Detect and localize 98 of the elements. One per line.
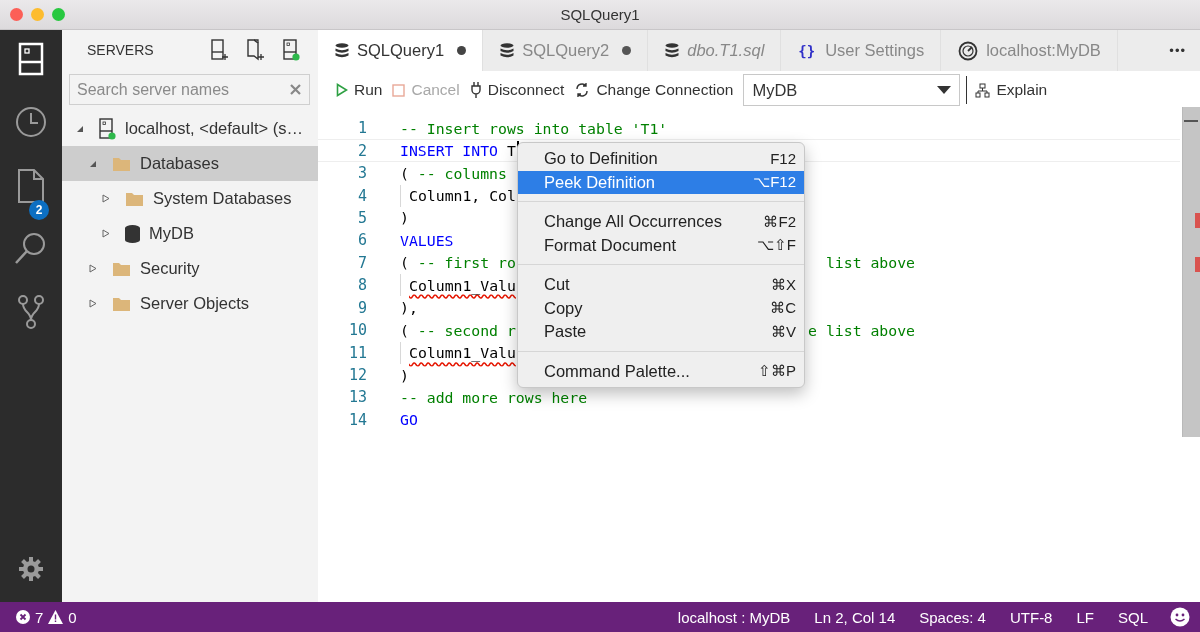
status-item[interactable]: Ln 2, Col 14 (814, 608, 896, 626)
change-button[interactable]: Change Connection (574, 81, 734, 99)
code-line: ( -- columns (400, 164, 507, 182)
code-line: e list above (808, 321, 915, 339)
code-line: ), (400, 299, 418, 317)
code-line: Column1_Valu (409, 344, 516, 362)
window-title: SQLQuery1 (560, 6, 640, 23)
folder-icon (112, 295, 131, 312)
line-number: 4 (356, 186, 367, 205)
clock-icon[interactable] (14, 105, 48, 139)
code-line: VALUES (400, 231, 454, 249)
database-icon (335, 43, 349, 58)
code-line: ( -- second r (400, 321, 516, 339)
folder-icon (112, 260, 131, 277)
menu-item[interactable]: Cut ⌘X (518, 273, 804, 297)
explain-button[interactable]: Explain (975, 81, 1048, 99)
line-number: 1 (356, 119, 367, 138)
code-line: Column1_Valu (409, 276, 516, 294)
code-line: ) (400, 366, 409, 384)
line-number: 11 (347, 343, 367, 362)
server-icon (99, 117, 116, 140)
new-group-icon[interactable] (247, 39, 265, 61)
disconnect-button[interactable]: Disconnect (469, 81, 565, 99)
status-item[interactable]: UTF-8 (1009, 608, 1053, 626)
status-item[interactable]: SQL (1118, 608, 1148, 626)
swap-icon (574, 82, 591, 98)
run-button[interactable]: Run (336, 81, 383, 99)
file-icon[interactable] (17, 168, 45, 204)
line-number: 2 (356, 141, 367, 160)
status-item[interactable]: localhost : MyDB (677, 608, 791, 626)
menu-item[interactable]: Peek Definition ⌥F12 (518, 170, 804, 194)
collapsed-icon[interactable] (88, 264, 98, 273)
tree-item[interactable]: System Databases (62, 181, 318, 216)
expanded-icon[interactable] (88, 159, 98, 168)
collapsed-icon[interactable] (101, 194, 111, 203)
gauge-icon (958, 40, 979, 61)
database-dropdown[interactable]: MyDB (743, 74, 961, 106)
line-number: 12 (347, 366, 367, 385)
settings-icon[interactable] (18, 556, 44, 582)
collapsed-icon[interactable] (101, 229, 111, 238)
collapsed-icon[interactable] (88, 299, 98, 308)
expanded-icon[interactable] (75, 124, 85, 133)
new-server-icon[interactable] (211, 39, 229, 61)
database-icon (500, 43, 515, 58)
line-number: 14 (347, 410, 367, 429)
code-line: GO (400, 411, 418, 429)
smiley-icon[interactable] (1170, 607, 1190, 627)
menu-item[interactable]: Command Palette... ⇧⌘P (518, 359, 804, 383)
line-number: 10 (347, 321, 367, 340)
code-line: Column1, Col (409, 187, 516, 205)
line-number: 3 (356, 164, 367, 183)
code-line: ) (400, 209, 409, 227)
count-badge: 2 (29, 200, 49, 220)
menu-item[interactable]: Paste ⌘V (518, 320, 804, 344)
braces-icon: {} (798, 42, 816, 59)
folder-icon (125, 190, 144, 207)
more-button[interactable]: ••• (1155, 30, 1200, 71)
tree-item[interactable]: localhost, <default> (s… (62, 111, 318, 146)
tree-item[interactable]: MyDB (62, 216, 318, 251)
folder-icon (112, 155, 131, 172)
menu-item[interactable]: Go to Definition F12 (518, 147, 804, 171)
code-line: ( -- first ro (400, 254, 516, 272)
code-line: -- add more rows here (400, 388, 588, 406)
search-icon[interactable] (14, 231, 48, 265)
caret-icon (937, 86, 952, 94)
line-number: 6 (356, 231, 367, 250)
line-number: 8 (356, 276, 367, 295)
database-icon (665, 43, 680, 58)
clear-icon[interactable] (290, 84, 301, 95)
tree-item[interactable]: Security (62, 251, 318, 286)
code-line: INSERT INTO T (400, 142, 516, 160)
status-item[interactable]: LF (1076, 608, 1094, 626)
line-number: 9 (356, 298, 367, 317)
line-number: 13 (347, 388, 367, 407)
editor-tab[interactable]: SQLQuery1 (318, 30, 484, 71)
code-line: -- Insert rows into table 'T1' (400, 119, 668, 137)
database-icon (125, 224, 140, 243)
code-line: list above (825, 254, 915, 272)
tree-item[interactable]: Databases (62, 146, 318, 181)
line-number: 7 (356, 253, 367, 272)
panel-title: SERVERS (87, 42, 155, 58)
play-icon (336, 83, 348, 97)
line-number: 5 (356, 208, 367, 227)
status-item[interactable]: Spaces: 4 (919, 608, 986, 626)
menu-item[interactable]: Change All Occurrences ⌘F2 (518, 210, 804, 234)
problems-button[interactable]: 7 0 (16, 608, 77, 626)
menu-item[interactable]: Copy ⌘C (518, 296, 804, 320)
branch-icon[interactable] (17, 294, 45, 330)
warning-icon (48, 610, 64, 624)
error-icon (16, 610, 30, 624)
stop-icon (392, 83, 406, 97)
search-field[interactable]: Search server names (69, 74, 310, 105)
servers-icon[interactable] (18, 42, 44, 76)
plug-icon (469, 81, 482, 99)
tree-item[interactable]: Server Objects (62, 286, 318, 321)
menu-item[interactable]: Format Document ⌥⇧F (518, 233, 804, 257)
hierarchy-icon (975, 82, 991, 98)
active-server-icon[interactable] (283, 39, 300, 61)
